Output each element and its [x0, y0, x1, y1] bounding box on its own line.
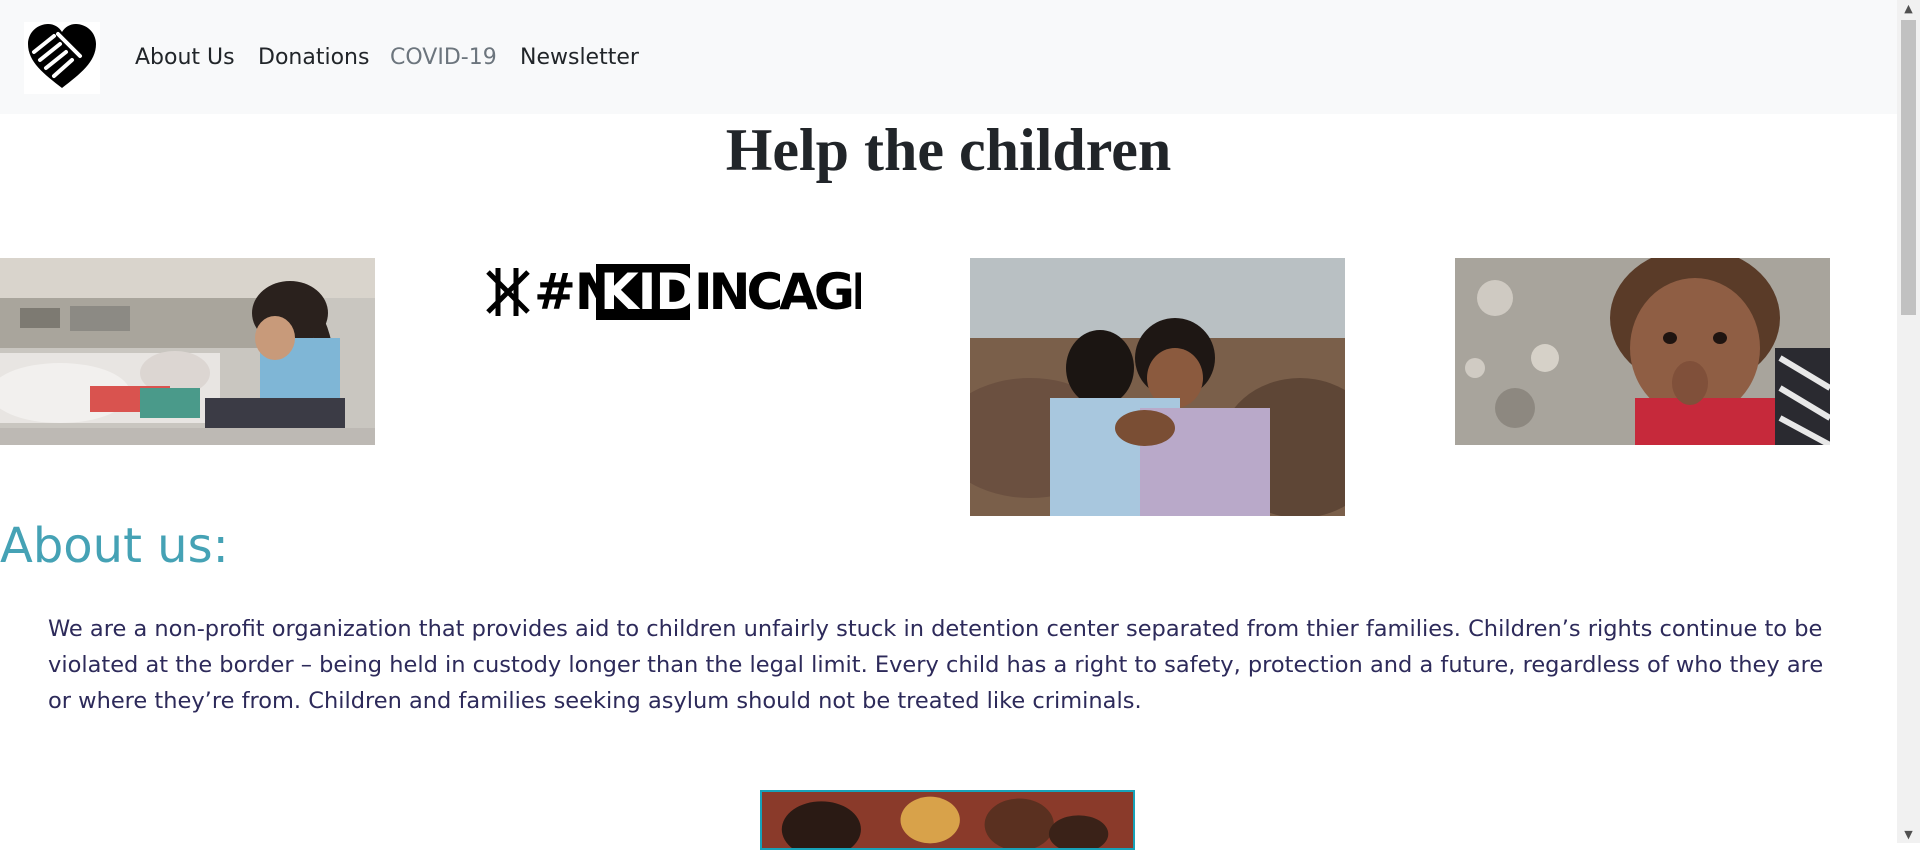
photo-child-portrait [1455, 258, 1830, 445]
photo-children-detention [0, 258, 375, 445]
about-heading: About us: [0, 518, 229, 574]
scroll-up-arrow-icon[interactable]: ▲ [1897, 0, 1920, 17]
no-kids-in-cages-banner: #NO KIDS INCAGES [484, 258, 861, 326]
logo-heart-handshake-icon[interactable] [24, 22, 100, 94]
about-paragraph: We are a non-profit organization that pr… [48, 616, 1824, 714]
page-title: Help the children [725, 117, 1172, 183]
nav-donations[interactable]: Donations [258, 44, 369, 72]
scroll-down-arrow-icon[interactable]: ▼ [1897, 826, 1920, 843]
photo-children-hugging [970, 258, 1345, 516]
scrollbar[interactable]: ▲ ▼ [1897, 0, 1920, 843]
navbar: About Us Donations COVID-19 Newsletter [0, 0, 1897, 114]
photo-children-bottom [760, 790, 1135, 850]
scrollbar-thumb[interactable] [1901, 20, 1916, 315]
nav-about-us[interactable]: About Us [135, 44, 235, 72]
nav-newsletter[interactable]: Newsletter [520, 44, 639, 72]
banner-text-incages: INCAGES [694, 263, 861, 321]
nav-covid-19[interactable]: COVID-19 [390, 44, 497, 72]
